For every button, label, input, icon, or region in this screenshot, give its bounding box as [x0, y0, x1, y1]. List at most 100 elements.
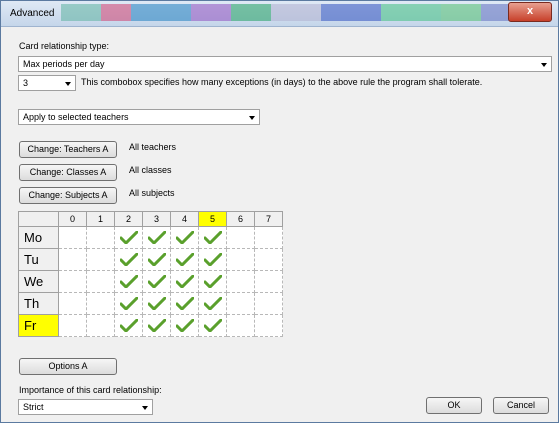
grid-cell[interactable] — [254, 226, 283, 249]
exceptions-combo[interactable]: 3 — [18, 75, 76, 91]
grid-cell[interactable] — [226, 248, 255, 271]
grid-cell[interactable] — [58, 248, 87, 271]
checkmark-icon — [171, 319, 198, 332]
grid-cell[interactable] — [86, 248, 115, 271]
row-header-mo[interactable]: Mo — [18, 226, 59, 249]
background-strip — [231, 4, 271, 21]
checkmark-icon — [143, 297, 170, 310]
grid-cell[interactable] — [226, 270, 255, 293]
relationship-type-combo[interactable]: Max periods per day — [18, 56, 552, 72]
grid-cell[interactable] — [86, 226, 115, 249]
grid-row-fr: Fr — [18, 314, 283, 337]
grid-cell[interactable] — [254, 292, 283, 315]
grid-cell[interactable] — [58, 314, 87, 337]
grid-cell[interactable] — [142, 248, 171, 271]
column-header-6[interactable]: 6 — [226, 211, 255, 227]
apply-to-combo[interactable]: Apply to selected teachers — [18, 109, 260, 125]
checkmark-icon — [171, 297, 198, 310]
change-teachers-button[interactable]: Change: Teachers A — [19, 141, 117, 158]
chevron-down-icon — [249, 116, 255, 120]
row-header-tu[interactable]: Tu — [18, 248, 59, 271]
row-header-th[interactable]: Th — [18, 292, 59, 315]
column-header-0[interactable]: 0 — [58, 211, 87, 227]
grid-cell[interactable] — [114, 248, 143, 271]
grid-cell[interactable] — [198, 292, 227, 315]
apply-to-value: Apply to selected teachers — [23, 112, 129, 122]
grid-row-tu: Tu — [18, 248, 283, 271]
row-header-we[interactable]: We — [18, 270, 59, 293]
title-bar: Advanced x — [1, 1, 558, 27]
grid-cell[interactable] — [142, 226, 171, 249]
checkmark-icon — [115, 275, 142, 288]
column-header-3[interactable]: 3 — [142, 211, 171, 227]
checkmark-icon — [115, 319, 142, 332]
grid-cell[interactable] — [114, 270, 143, 293]
checkmark-icon — [115, 253, 142, 266]
grid-cell[interactable] — [254, 248, 283, 271]
grid-cell[interactable] — [142, 270, 171, 293]
column-header-5[interactable]: 5 — [198, 211, 227, 227]
change-subjects-button[interactable]: Change: Subjects A — [19, 187, 117, 204]
column-header-1[interactable]: 1 — [86, 211, 115, 227]
grid-cell[interactable] — [86, 292, 115, 315]
background-strip — [101, 4, 131, 21]
grid-cell[interactable] — [86, 314, 115, 337]
checkmark-icon — [199, 231, 226, 244]
grid-cell[interactable] — [114, 292, 143, 315]
advanced-dialog: Advanced x Card relationship type: Max p… — [0, 0, 559, 423]
relationship-type-value: Max periods per day — [23, 59, 105, 69]
checkmark-icon — [171, 231, 198, 244]
checkmark-icon — [199, 253, 226, 266]
grid-cell[interactable] — [198, 270, 227, 293]
close-button[interactable]: x — [508, 2, 552, 22]
grid-cell[interactable] — [198, 314, 227, 337]
row-header-fr[interactable]: Fr — [18, 314, 59, 337]
grid-cell[interactable] — [198, 248, 227, 271]
grid-cell[interactable] — [226, 314, 255, 337]
background-strip — [271, 4, 321, 21]
relationship-type-label: Card relationship type: — [19, 41, 110, 51]
importance-value: Strict — [23, 402, 44, 412]
grid-cell[interactable] — [58, 270, 87, 293]
grid-cell[interactable] — [170, 226, 199, 249]
cancel-button[interactable]: Cancel — [493, 397, 549, 414]
background-strip — [191, 4, 231, 21]
grid-cell[interactable] — [58, 226, 87, 249]
grid-cell[interactable] — [142, 292, 171, 315]
subjects-value: All subjects — [129, 188, 175, 198]
grid-cell[interactable] — [254, 270, 283, 293]
grid-cell[interactable] — [170, 314, 199, 337]
column-header-2[interactable]: 2 — [114, 211, 143, 227]
column-header-4[interactable]: 4 — [170, 211, 199, 227]
grid-cell[interactable] — [254, 314, 283, 337]
grid-cell[interactable] — [170, 292, 199, 315]
grid-cell[interactable] — [170, 270, 199, 293]
grid-cell[interactable] — [226, 292, 255, 315]
grid-cell[interactable] — [170, 248, 199, 271]
background-strip — [481, 4, 511, 21]
checkmark-icon — [115, 297, 142, 310]
window-title: Advanced — [10, 8, 55, 19]
options-button[interactable]: Options A — [19, 358, 117, 375]
importance-combo[interactable]: Strict — [18, 399, 153, 415]
checkmark-icon — [143, 253, 170, 266]
checkmark-icon — [171, 275, 198, 288]
column-header-7[interactable]: 7 — [254, 211, 283, 227]
grid-cell[interactable] — [198, 226, 227, 249]
background-strip — [441, 4, 481, 21]
grid-cell[interactable] — [114, 314, 143, 337]
checkmark-icon — [115, 231, 142, 244]
day-period-grid: 0 1 2 3 4 5 6 7 Mo Tu We Th Fr — [18, 211, 283, 337]
checkmark-icon — [171, 253, 198, 266]
grid-cell[interactable] — [114, 226, 143, 249]
grid-cell[interactable] — [226, 226, 255, 249]
grid-cell[interactable] — [58, 292, 87, 315]
checkmark-icon — [199, 297, 226, 310]
grid-corner-cell — [18, 211, 59, 227]
change-classes-button[interactable]: Change: Classes A — [19, 164, 117, 181]
ok-button[interactable]: OK — [426, 397, 482, 414]
grid-cell[interactable] — [142, 314, 171, 337]
background-strip — [321, 4, 381, 21]
grid-cell[interactable] — [86, 270, 115, 293]
grid-row-th: Th — [18, 292, 283, 315]
